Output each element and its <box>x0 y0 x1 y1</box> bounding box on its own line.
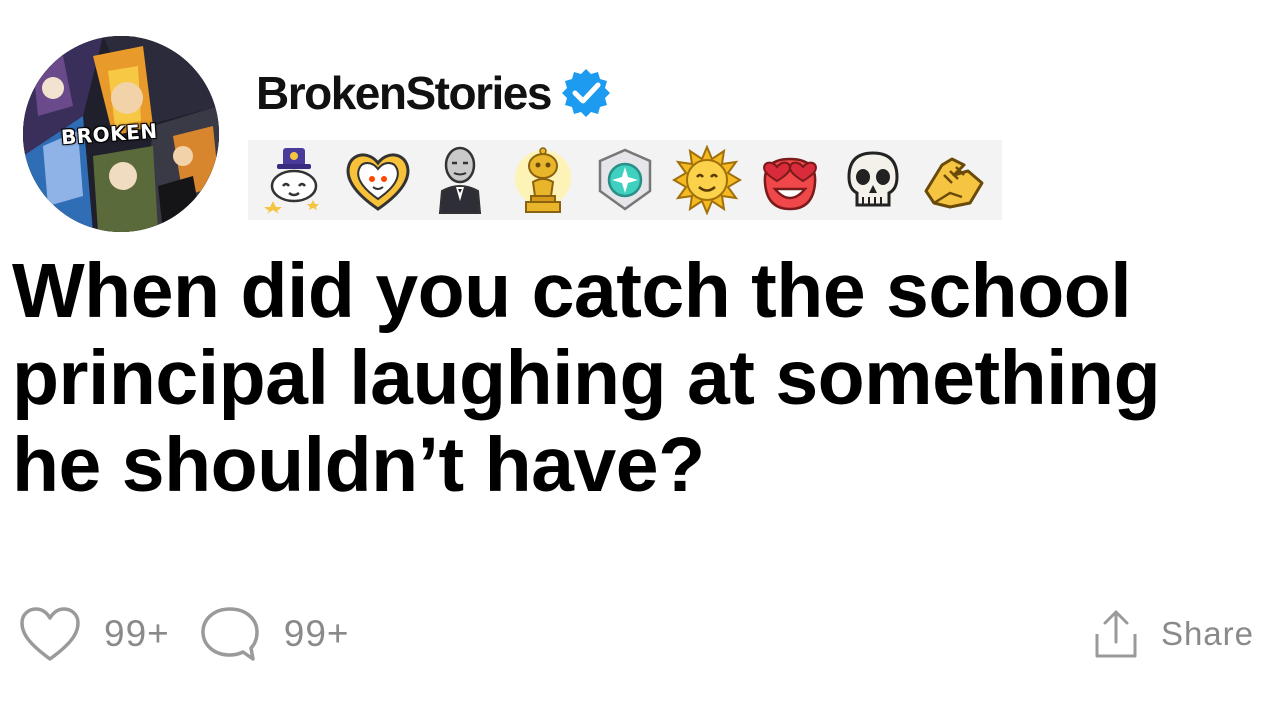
heart-icon[interactable] <box>18 605 82 663</box>
post-card: BROKEN BrokenStories When did you catch … <box>0 0 1280 720</box>
avatar[interactable]: BROKEN <box>23 36 219 232</box>
verified-check-icon <box>561 69 610 117</box>
comment-count: 99+ <box>283 613 350 654</box>
share-button[interactable]: Share <box>1093 604 1254 664</box>
snoo-party-hat-award-icon[interactable] <box>259 144 331 216</box>
handshake-award-icon[interactable] <box>919 144 991 216</box>
heart-snoo-award-icon[interactable] <box>342 144 414 216</box>
skull-award-icon[interactable] <box>836 144 908 216</box>
awards-strip <box>248 140 1002 220</box>
share-icon <box>1095 610 1137 658</box>
heart-eyes-award-icon[interactable] <box>754 144 826 216</box>
post-stats: 99+ 99+ <box>18 604 378 664</box>
username-row: BrokenStories <box>256 64 613 122</box>
comment-icon[interactable] <box>198 605 262 663</box>
username[interactable]: BrokenStories <box>256 70 552 116</box>
gold-trophy-snoo-award-icon[interactable] <box>507 144 579 216</box>
sun-face-award-icon[interactable] <box>671 144 743 216</box>
post-title[interactable]: When did you catch the school principal … <box>12 248 1252 509</box>
gentleman-award-icon[interactable] <box>424 144 496 216</box>
platinum-gem-award-icon[interactable] <box>589 144 661 216</box>
like-count: 99+ <box>104 613 170 654</box>
share-label: Share <box>1160 615 1254 652</box>
